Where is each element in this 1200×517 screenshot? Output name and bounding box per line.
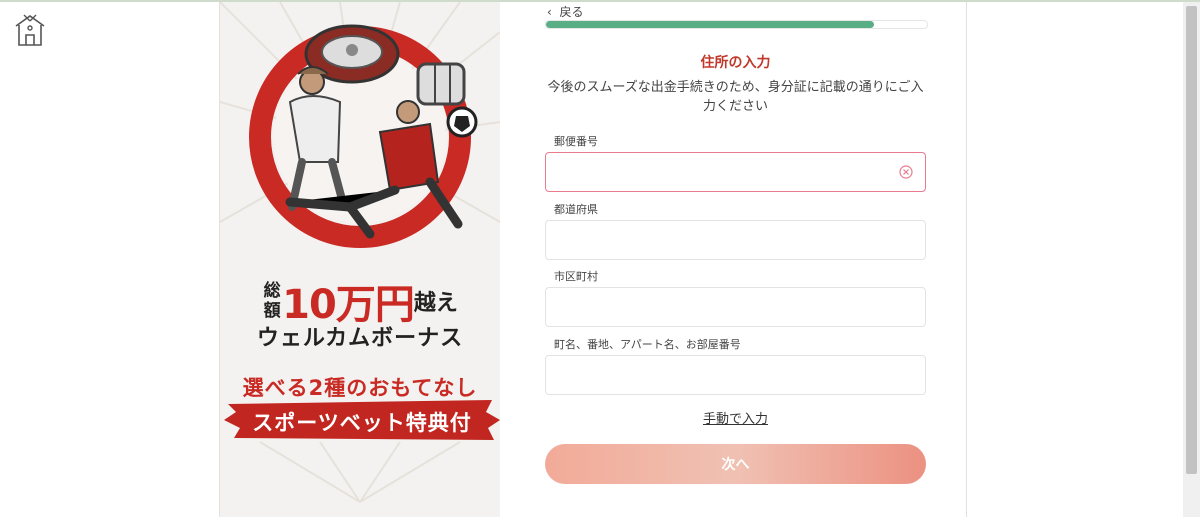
postal-code-label: 郵便番号 <box>554 135 598 148</box>
chevron-left-icon: ‹ <box>547 5 552 19</box>
form-title: 住所の入力 <box>700 55 771 71</box>
city-input[interactable] <box>556 288 890 326</box>
bonus-headline: 総額10万円越え <box>220 272 500 328</box>
clear-icon[interactable] <box>899 165 913 179</box>
scrollbar[interactable] <box>1183 2 1200 517</box>
sports-ribbon: スポーツベット特典付 <box>224 400 500 440</box>
registration-card: 総額10万円越え ウェルカムボーナス 選べる2種のおもてなし スポーツベット特典… <box>219 2 967 517</box>
progress-bar <box>545 20 928 29</box>
sports-bonus-text: スポーツベット特典付 <box>252 411 472 435</box>
street-input[interactable] <box>556 356 890 394</box>
street-field[interactable] <box>545 355 926 395</box>
postal-code-field[interactable] <box>545 152 926 192</box>
choose-text: 選べる2種のおもてなし <box>242 376 478 400</box>
promo-banner: 総額10万円越え ウェルカムボーナス 選べる2種のおもてなし スポーツベット特典… <box>220 2 500 517</box>
city-label: 市区町村 <box>554 270 598 283</box>
postal-code-input[interactable] <box>556 153 890 191</box>
back-link[interactable]: ‹ 戻る <box>547 3 583 20</box>
bonus-total-label: 総額 <box>263 281 281 321</box>
bonus-koe: 越え <box>413 291 458 316</box>
back-label: 戻る <box>559 5 584 19</box>
progress-fill <box>546 21 874 28</box>
street-label: 町名、番地、アパート名、お部屋番号 <box>554 338 741 351</box>
city-field[interactable] <box>545 287 926 327</box>
form-description: 今後のスムーズな出金手続きのため、身分証に記載の通りにご入力ください <box>547 80 924 114</box>
welcome-bonus-text: ウェルカムボーナス <box>256 326 464 351</box>
prefecture-label: 都道府県 <box>554 203 598 216</box>
manual-input-link[interactable]: 手動で入力 <box>545 408 926 427</box>
prefecture-input[interactable] <box>556 221 890 259</box>
home-icon[interactable] <box>12 12 48 48</box>
next-button[interactable]: 次へ <box>545 444 926 484</box>
prefecture-field[interactable] <box>545 220 926 260</box>
slot-machine <box>416 62 466 106</box>
scrollbar-thumb[interactable] <box>1186 6 1197 474</box>
